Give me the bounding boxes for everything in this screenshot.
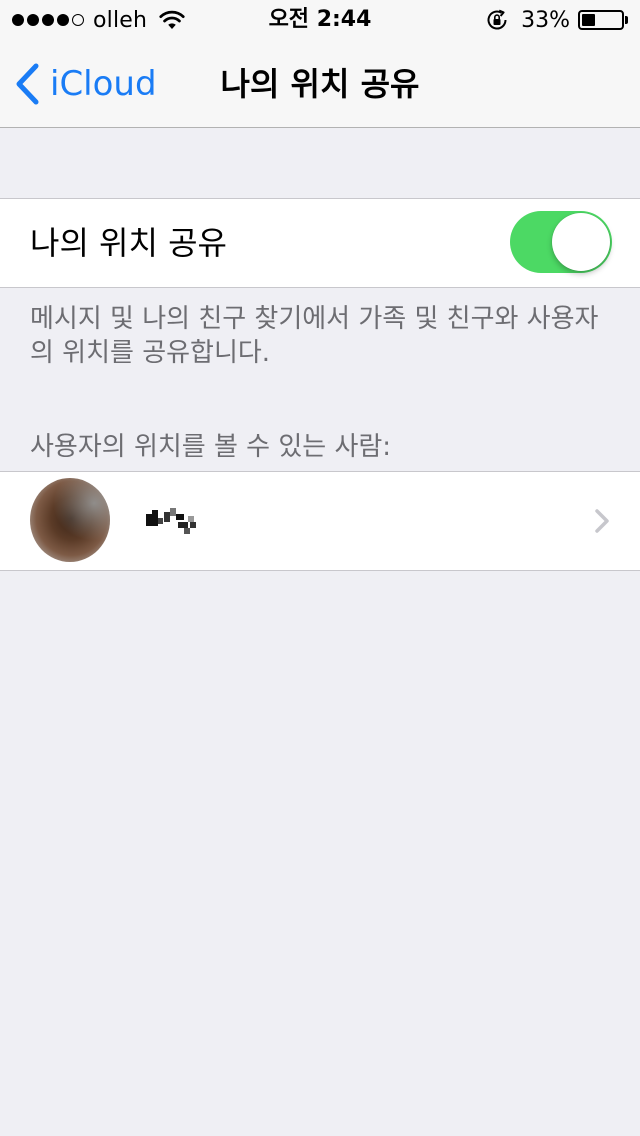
chevron-right-icon: [595, 509, 609, 533]
share-location-cell: 나의 위치 공유: [0, 198, 640, 288]
battery-level-fill: [582, 14, 595, 26]
section-header-viewers: 사용자의 위치를 볼 수 있는 사람:: [30, 432, 392, 462]
status-bar-right: 33%: [485, 0, 628, 40]
battery-tip: [625, 16, 628, 24]
chevron-left-icon: [16, 63, 39, 105]
back-button-label: iCloud: [50, 64, 157, 104]
navigation-bar: 나의 위치 공유 iCloud: [0, 40, 640, 128]
share-location-toggle[interactable]: [510, 211, 612, 273]
list-item-person[interactable]: [0, 471, 640, 571]
person-name-redacted: [144, 508, 198, 538]
share-location-label: 나의 위치 공유: [30, 224, 227, 262]
status-bar: olleh 오전 2:44 33%: [0, 0, 640, 40]
back-button[interactable]: iCloud: [14, 40, 157, 128]
battery-icon: [578, 10, 624, 30]
battery-percent: 33%: [521, 7, 570, 33]
avatar-shade: [30, 478, 110, 562]
toggle-knob: [552, 213, 610, 271]
avatar: [30, 478, 110, 562]
share-location-description: 메시지 및 나의 친구 찾기에서 가족 및 친구와 사용자의 위치를 공유합니다…: [30, 304, 599, 368]
rotation-lock-icon: [487, 9, 507, 30]
